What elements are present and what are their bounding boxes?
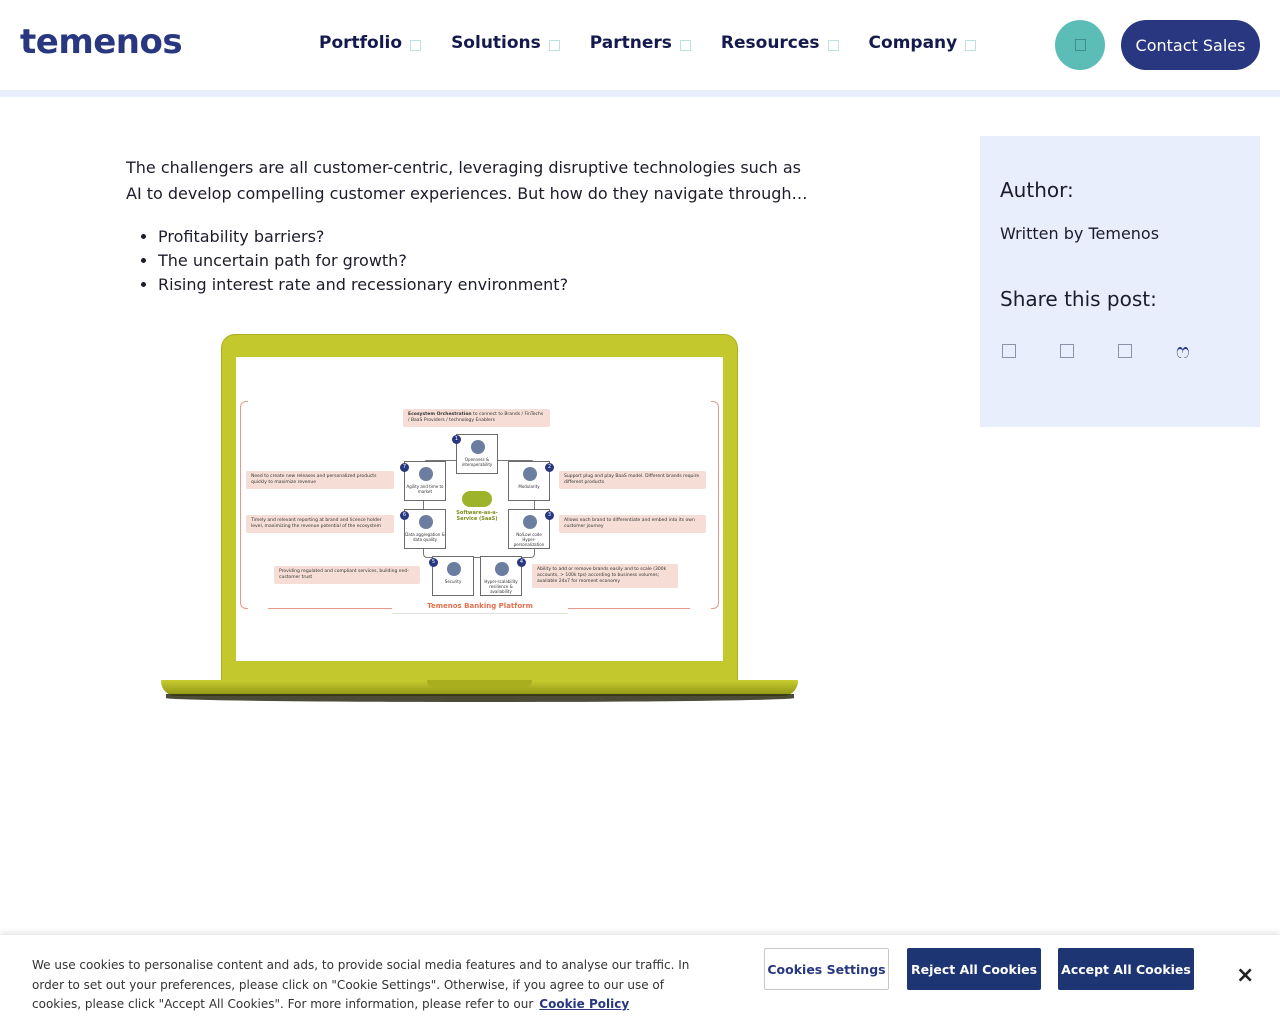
saas-center: Software-as-a-Service (SaaS): [452, 491, 502, 541]
diagram-top-note: Ecosystem Orchestration to connect to Br…: [403, 409, 550, 427]
note-right-2: Allows each brand to differentiate and e…: [559, 515, 706, 533]
list-item: Rising interest rate and recessionary en…: [158, 273, 816, 297]
bracket-right: [711, 401, 719, 609]
cloud-icon: [462, 491, 492, 507]
bracket-left: [240, 401, 248, 609]
node-number: 7: [400, 463, 409, 472]
platform-label: Temenos Banking Platform: [392, 602, 568, 614]
shield-icon: [447, 562, 461, 576]
search-icon: [1074, 39, 1086, 51]
network-icon: [495, 562, 509, 576]
article-body: The challengers are all customer-centric…: [126, 155, 816, 297]
node-label: Modularity: [518, 484, 540, 489]
chevron-down-icon: [827, 39, 839, 51]
nav-label: Solutions: [451, 33, 541, 53]
note-left-2: Timely and relevant reporting at brand a…: [246, 515, 394, 533]
note-right-1: Support plug and play BaaS model. Differ…: [559, 471, 706, 489]
main-nav: Portfolio Solutions Partners Resources C…: [319, 33, 1006, 53]
site-header: temenos Portfolio Solutions Partners Res…: [0, 0, 1280, 90]
nav-company[interactable]: Company: [869, 33, 977, 53]
modules-icon: [523, 467, 537, 481]
note-right-3: Ability to add or remove brands easily a…: [532, 564, 678, 588]
node-label: No/Low code Hyper-personalization: [513, 532, 545, 547]
node-hyper-scalability: Hyper-scalability resilience & availabil…: [480, 556, 522, 596]
node-label: Openness & interoperability: [461, 457, 493, 467]
laptop-shadow: [166, 694, 794, 702]
note-left-1: Need to create new releases and personal…: [246, 471, 394, 489]
linkedin-icon[interactable]: [1002, 344, 1016, 358]
node-security: Security: [432, 556, 474, 596]
list-item: Profitability barriers?: [158, 225, 816, 249]
nav-label: Partners: [589, 33, 672, 53]
cookie-banner: We use cookies to personalise content an…: [0, 935, 1280, 1024]
note-bold: Ecosystem Orchestration: [408, 412, 472, 417]
node-number: 6: [400, 511, 409, 520]
article-intro: The challengers are all customer-centric…: [126, 158, 808, 203]
nav-resources[interactable]: Resources: [721, 33, 839, 53]
nav-label: Company: [868, 33, 958, 53]
node-number: 4: [517, 558, 526, 567]
node-label: Hyper-scalability resilience & availabil…: [484, 579, 518, 594]
node-data-aggregation: Data aggregation & data quality: [404, 509, 446, 549]
author-heading: Author:: [1000, 178, 1074, 202]
node-agility: Agility and time to market: [404, 461, 446, 501]
cookies-settings-button[interactable]: Cookies Settings: [764, 948, 889, 990]
email-icon[interactable]: ෆ: [1176, 341, 1190, 361]
node-hyper-personalization: No/Low code Hyper-personalization: [508, 509, 550, 549]
post-sidebar: Author: Written by Temenos Share this po…: [980, 136, 1260, 427]
share-icons: ෆ: [1002, 341, 1190, 361]
twitter-icon[interactable]: [1060, 344, 1074, 358]
node-number: 2: [545, 463, 554, 472]
contact-sales-button[interactable]: Contact Sales: [1121, 20, 1260, 70]
node-number: 1: [452, 435, 461, 444]
saas-diagram: Ecosystem Orchestration to connect to Br…: [236, 357, 723, 661]
nav-solutions[interactable]: Solutions: [451, 33, 560, 53]
tools-icon: [523, 515, 537, 529]
search-button[interactable]: [1055, 20, 1105, 70]
bullet-list: Profitability barriers? The uncertain pa…: [126, 225, 816, 297]
list-item: The uncertain path for growth?: [158, 249, 816, 273]
chevron-down-icon: [679, 39, 691, 51]
author-name: Written by Temenos: [1000, 224, 1160, 243]
nav-portfolio[interactable]: Portfolio: [319, 33, 422, 53]
share-heading: Share this post:: [1000, 287, 1157, 311]
accept-all-cookies-button[interactable]: Accept All Cookies: [1058, 948, 1194, 990]
nav-label: Portfolio: [319, 33, 403, 53]
nav-partners[interactable]: Partners: [590, 33, 691, 53]
nav-label: Resources: [720, 33, 820, 53]
globe-icon: [419, 467, 433, 481]
facebook-icon[interactable]: [1118, 344, 1132, 358]
node-modularity: Modularity: [508, 461, 550, 501]
reject-all-cookies-button[interactable]: Reject All Cookies: [907, 948, 1041, 990]
close-icon[interactable]: ×: [1236, 963, 1254, 988]
node-label: Security: [444, 579, 462, 584]
chevron-down-icon: [965, 39, 977, 51]
note-left-3: Providing regulated and compliant servic…: [274, 566, 420, 584]
center-label: Software-as-a-Service (SaaS): [456, 510, 498, 522]
chevron-down-icon: [410, 39, 422, 51]
header-divider: [0, 90, 1280, 97]
node-label: Data aggregation & data quality: [405, 532, 445, 542]
chevron-down-icon: [548, 39, 560, 51]
data-icon: [419, 515, 433, 529]
node-openness: Openness & interoperability: [456, 434, 498, 474]
cookie-text: We use cookies to personalise content an…: [32, 956, 712, 1015]
gear-icon: [471, 440, 485, 454]
temenos-logo[interactable]: temenos: [20, 22, 183, 62]
node-number: 3: [545, 511, 554, 520]
laptop-notch: [427, 680, 532, 688]
cookie-policy-link[interactable]: Cookie Policy: [539, 997, 629, 1011]
node-label: Agility and time to market: [406, 484, 444, 494]
node-number: 5: [429, 558, 438, 567]
